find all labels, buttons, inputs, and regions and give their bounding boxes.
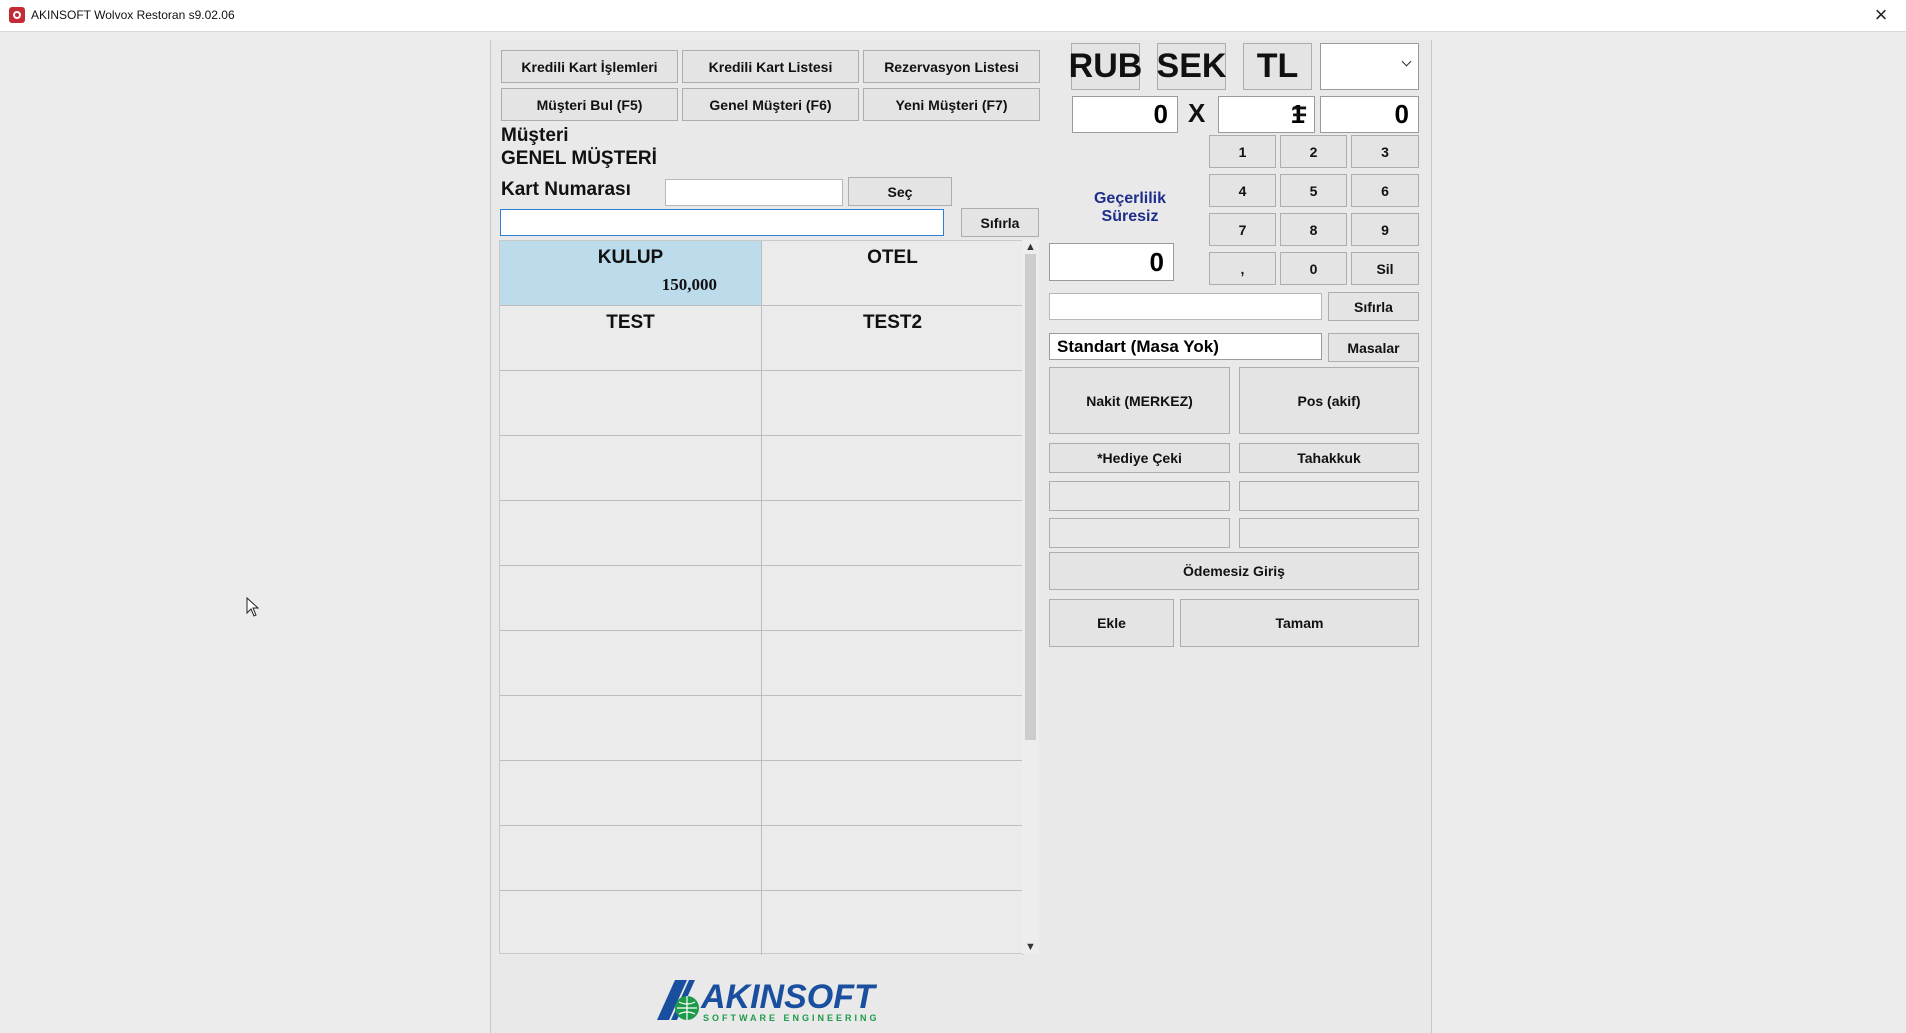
group-cell-empty[interactable] (500, 631, 762, 696)
keypad-reset-button[interactable]: Sıfırla (1328, 292, 1419, 321)
masalar-button[interactable]: Masalar (1328, 333, 1419, 362)
group-name: OTEL (867, 247, 918, 268)
currency-amount-display: 0 (1072, 96, 1178, 133)
group-grid: KULUP 150,000 OTEL TEST TEST2 (499, 240, 1024, 955)
keypad-3-button[interactable]: 3 (1351, 135, 1419, 168)
keypad-delete-button[interactable]: Sil (1351, 252, 1419, 285)
logo-tagline: SOFTWARE ENGINEERING (703, 1013, 880, 1023)
currency-sek-button[interactable]: SEK (1157, 43, 1226, 90)
amount-display: 0 (1049, 243, 1174, 281)
rezervasyon-listesi-button[interactable]: Rezervasyon Listesi (863, 50, 1040, 83)
main-panel: Kredili Kart İşlemleri Kredili Kart List… (490, 40, 1432, 1033)
keypad-4-button[interactable]: 4 (1209, 174, 1276, 207)
customer-label: Müşteri (501, 125, 569, 146)
validity-line1: Geçerlilik (1093, 190, 1167, 207)
close-icon[interactable]: × (1866, 2, 1896, 28)
keypad-2-button[interactable]: 2 (1280, 135, 1347, 168)
ekle-button[interactable]: Ekle (1049, 599, 1174, 647)
group-cell-empty[interactable] (762, 371, 1024, 436)
card-number-label: Kart Numarası (501, 179, 631, 200)
keypad-8-button[interactable]: 8 (1280, 213, 1347, 246)
currency-tl-button[interactable]: TL (1243, 43, 1312, 90)
chevron-down-icon (1401, 56, 1412, 67)
logo-brand: AKINSOFT (700, 978, 878, 1016)
window-title: AKINSOFT Wolvox Restoran s9.02.06 (31, 8, 235, 22)
scroll-down-icon[interactable]: ▼ (1022, 941, 1039, 953)
scroll-up-icon[interactable]: ▲ (1022, 241, 1039, 253)
app-icon (9, 7, 25, 23)
currency-result-display: 0 (1320, 96, 1419, 133)
akinsoft-logo: AKINSOFT SOFTWARE ENGINEERING (657, 978, 880, 1023)
group-cell-empty[interactable] (500, 826, 762, 891)
group-name: TEST (606, 312, 655, 333)
group-cell-empty[interactable] (500, 436, 762, 501)
kredili-kart-listesi-button[interactable]: Kredili Kart Listesi (682, 50, 859, 83)
customer-search-input[interactable] (500, 209, 944, 236)
group-cell-empty[interactable] (762, 696, 1024, 761)
group-cell-otel[interactable]: OTEL (762, 241, 1024, 306)
tamam-button[interactable]: Tamam (1180, 599, 1419, 647)
empty-payment-button[interactable] (1239, 518, 1419, 548)
empty-payment-button[interactable] (1049, 481, 1230, 511)
group-name: KULUP (597, 247, 664, 268)
odemesiz-giris-button[interactable]: Ödemesiz Giriş (1049, 552, 1419, 590)
group-cell-empty[interactable] (762, 566, 1024, 631)
note-input[interactable] (1049, 293, 1322, 320)
group-cell-empty[interactable] (762, 761, 1024, 826)
kredili-kart-islemleri-button[interactable]: Kredili Kart İşlemleri (501, 50, 678, 83)
genel-musteri-button[interactable]: Genel Müşteri (F6) (682, 88, 859, 121)
keypad-5-button[interactable]: 5 (1280, 174, 1347, 207)
nakit-payment-button[interactable]: Nakit (MERKEZ) (1049, 367, 1230, 434)
group-value: 150,000 (661, 275, 717, 294)
pos-payment-button[interactable]: Pos (akif) (1239, 367, 1419, 434)
group-cell-empty[interactable] (500, 891, 762, 955)
scroll-thumb[interactable] (1025, 254, 1036, 740)
hediye-ceki-button[interactable]: *Hediye Çeki (1049, 443, 1230, 473)
customer-reset-button[interactable]: Sıfırla (961, 208, 1039, 237)
group-cell-empty[interactable] (762, 631, 1024, 696)
customer-name: GENEL MÜŞTERİ (501, 148, 657, 169)
keypad-6-button[interactable]: 6 (1351, 174, 1419, 207)
group-name: TEST2 (862, 312, 923, 333)
equals-symbol: = (1292, 96, 1308, 126)
title-bar: AKINSOFT Wolvox Restoran s9.02.06 × (0, 0, 1906, 32)
group-cell-empty[interactable] (500, 566, 762, 631)
mouse-cursor-icon (246, 597, 259, 617)
keypad-0-button[interactable]: 0 (1280, 252, 1347, 285)
yeni-musteri-button[interactable]: Yeni Müşteri (F7) (863, 88, 1040, 121)
group-cell-empty[interactable] (762, 891, 1024, 955)
musteri-bul-button[interactable]: Müşteri Bul (F5) (501, 88, 678, 121)
multiply-symbol: X (1188, 98, 1206, 128)
validity-line2: Süresiz (1101, 208, 1159, 225)
group-cell-empty[interactable] (500, 501, 762, 566)
group-cell-kulup[interactable]: KULUP 150,000 (500, 241, 762, 306)
group-cell-empty[interactable] (500, 371, 762, 436)
group-cell-empty[interactable] (762, 826, 1024, 891)
group-scrollbar[interactable]: ▲ ▼ (1022, 240, 1039, 954)
currency-rub-button[interactable]: RUB (1069, 43, 1142, 90)
keypad-1-button[interactable]: 1 (1209, 135, 1276, 168)
keypad-9-button[interactable]: 9 (1351, 213, 1419, 246)
keypad-comma-button[interactable]: , (1209, 252, 1276, 285)
empty-payment-button[interactable] (1239, 481, 1419, 511)
currency-dropdown[interactable] (1320, 43, 1419, 90)
group-cell-test[interactable]: TEST (500, 306, 762, 371)
tahakkuk-button[interactable]: Tahakkuk (1239, 443, 1419, 473)
empty-payment-button[interactable] (1049, 518, 1230, 548)
table-display: Standart (Masa Yok) (1049, 333, 1322, 360)
card-number-input[interactable] (665, 179, 843, 206)
group-cell-empty[interactable] (762, 436, 1024, 501)
validity-label: Geçerlilik Süresiz (1065, 190, 1195, 226)
group-cell-empty[interactable] (500, 696, 762, 761)
select-card-button[interactable]: Seç (848, 177, 952, 206)
keypad-7-button[interactable]: 7 (1209, 213, 1276, 246)
group-cell-test2[interactable]: TEST2 (762, 306, 1024, 371)
group-cell-empty[interactable] (500, 761, 762, 826)
group-cell-empty[interactable] (762, 501, 1024, 566)
